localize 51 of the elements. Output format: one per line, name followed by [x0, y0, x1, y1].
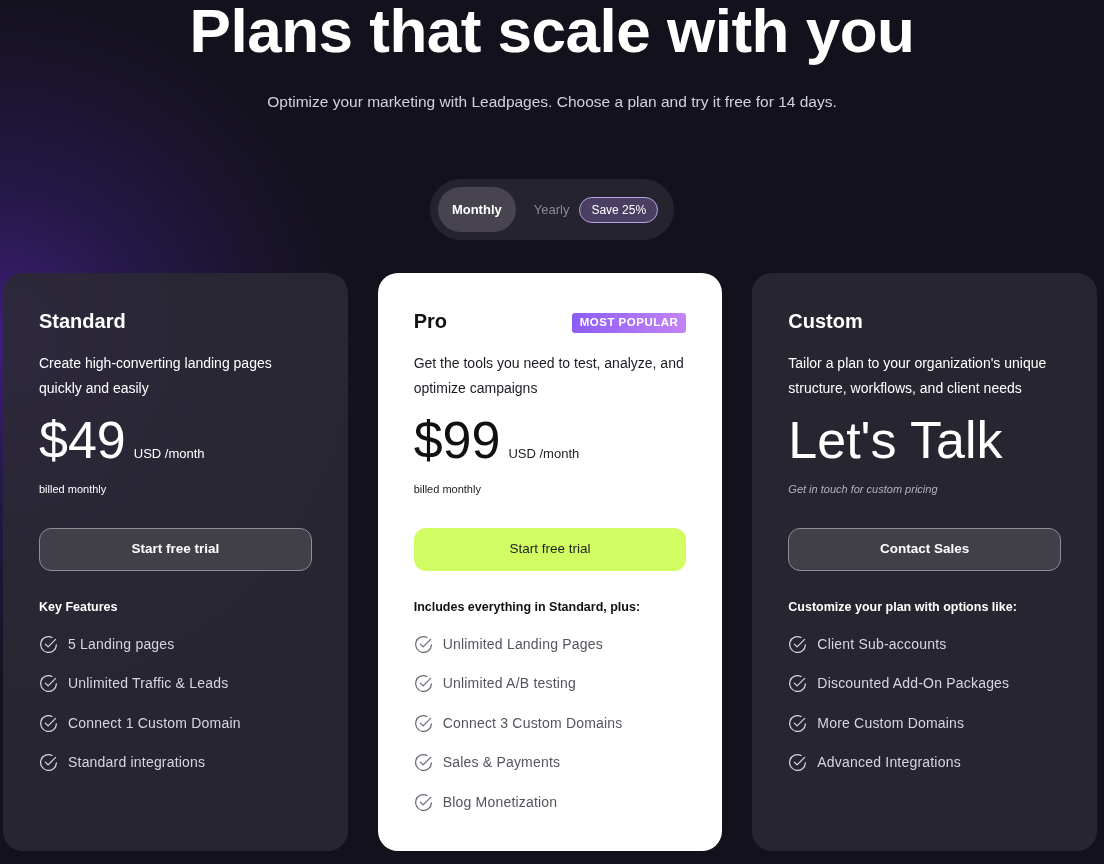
plan-name: Pro	[413, 309, 447, 334]
plan-description: Get the tools you need to test, analyze, and optimize campaigns	[413, 354, 685, 398]
feature-text: Connect 1 Custom Domain	[68, 713, 241, 733]
feature-text: Discounted Add-On Packages	[817, 674, 1010, 693]
check-circle-icon	[413, 792, 433, 812]
check-circle-icon	[788, 674, 808, 693]
cta-button[interactable]: Start free trial	[39, 528, 312, 571]
features-heading: Customize your plan with options like:	[788, 599, 1018, 616]
check-circle-icon	[413, 753, 433, 772]
discount-badge: Save 25%	[579, 196, 659, 223]
check-circle-icon	[39, 634, 58, 654]
plan-price: $49	[39, 414, 126, 466]
feature-text: 5 Landing pages	[68, 634, 175, 654]
check-circle-icon	[788, 634, 808, 654]
feature-text: Connect 3 Custom Domains	[442, 713, 623, 733]
plan-description: Create high-converting landing pages quickly and easily	[39, 354, 273, 398]
check-circle-icon	[788, 753, 808, 772]
popular-badge: MOST POPULAR	[571, 313, 687, 333]
plan-description: Tailor a plan to your organization's unique structure, workflows, and client needs	[788, 354, 1048, 398]
feature-text: Unlimited A/B testing	[442, 674, 577, 693]
billing-note: billed monthly	[413, 482, 482, 497]
feature-text: Blog Monetization	[442, 792, 558, 812]
page-subtitle: Optimize your marketing with Leadpages. Choose a plan and try it free for 14 days.	[267, 92, 837, 112]
features-heading: Includes everything in Standard, plus:	[413, 599, 642, 616]
billing-tab[interactable]: Monthly	[437, 187, 516, 232]
billing-note: Get in touch for custom pricing	[788, 482, 939, 497]
billing-note: billed monthly	[39, 482, 108, 497]
features-heading: Key Features	[39, 599, 119, 616]
feature-text: Sales & Payments	[442, 753, 561, 772]
price-unit: USD /month	[133, 445, 205, 463]
plan-price: Let's Talk	[788, 414, 1003, 466]
feature-text: Unlimited Landing Pages	[442, 634, 603, 654]
check-circle-icon	[413, 713, 433, 733]
check-circle-icon	[413, 634, 433, 654]
billing-tab[interactable]: Yearly	[515, 187, 580, 232]
check-circle-icon	[39, 674, 58, 693]
feature-text: Unlimited Traffic & Leads	[68, 674, 229, 693]
feature-text: More Custom Domains	[817, 713, 965, 733]
feature-text: Client Sub-accounts	[817, 634, 947, 654]
check-circle-icon	[413, 674, 433, 693]
feature-text: Advanced Integrations	[817, 753, 961, 772]
check-circle-icon	[788, 713, 808, 733]
check-circle-icon	[39, 713, 58, 733]
plan-name: Custom	[788, 309, 863, 334]
check-circle-icon	[39, 753, 58, 772]
plan-name: Standard	[39, 309, 126, 334]
cta-button[interactable]: Start free trial	[413, 528, 687, 571]
price-unit: USD /month	[508, 445, 580, 463]
feature-text: Standard integrations	[68, 753, 206, 772]
cta-button[interactable]: Contact Sales	[788, 528, 1061, 571]
plan-price: $99	[413, 414, 501, 466]
